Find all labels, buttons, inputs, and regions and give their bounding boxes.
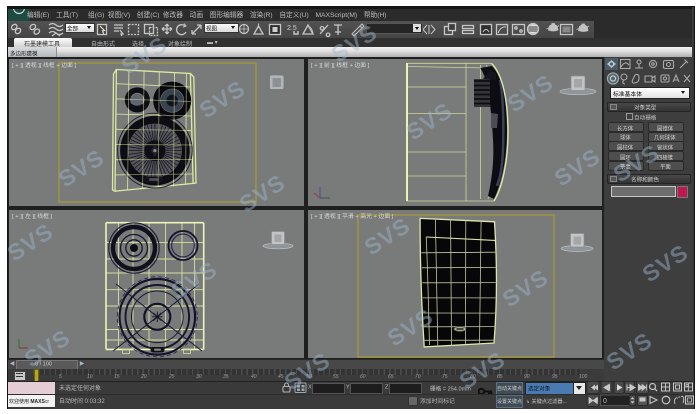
svg-text:2.5: 2.5	[287, 25, 297, 32]
svg-text:0: 0	[603, 398, 607, 405]
